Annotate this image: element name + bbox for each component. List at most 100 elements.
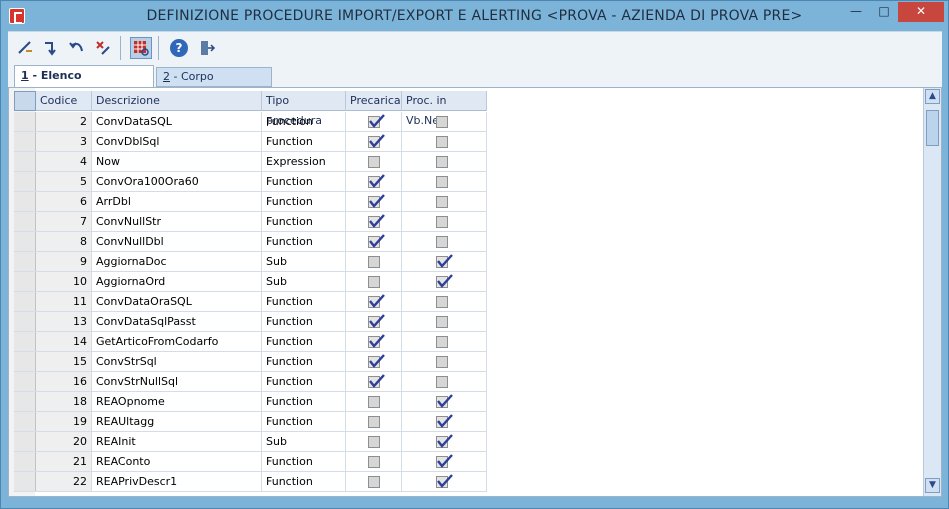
cell-codice[interactable]: 9 [36,252,92,271]
help-button[interactable]: ? [168,37,190,59]
row-selector[interactable] [14,292,36,311]
vbnet-checkbox[interactable] [436,394,453,408]
grid-view-button[interactable] [130,37,152,59]
row-selector[interactable] [14,472,36,491]
cell-tipo-procedura[interactable]: Function [262,292,346,311]
vbnet-checkbox[interactable] [436,434,453,448]
cell-descrizione[interactable]: REAInit [92,432,262,451]
save-record-button[interactable] [40,37,62,59]
cell-codice[interactable]: 11 [36,292,92,311]
row-selector[interactable] [14,252,36,271]
cell-descrizione[interactable]: REAPrivDescr1 [92,472,262,491]
precarica-checkbox[interactable] [368,476,380,488]
row-selector[interactable] [14,452,36,471]
cell-codice[interactable]: 5 [36,172,92,191]
table-row[interactable]: 10 AggiornaOrd Sub [14,272,487,292]
maximize-button[interactable]: □ [871,2,897,22]
vbnet-checkbox[interactable] [436,414,453,428]
row-selector[interactable] [14,412,36,431]
cell-codice[interactable]: 2 [36,112,92,131]
cell-descrizione[interactable]: REAConto [92,452,262,471]
cell-codice[interactable]: 15 [36,352,92,371]
new-record-button[interactable] [14,37,36,59]
cell-descrizione[interactable]: Now [92,152,262,171]
row-selector[interactable] [14,372,36,391]
precarica-checkbox[interactable] [368,374,385,388]
table-row[interactable]: 19 REAUltagg Function [14,412,487,432]
cell-tipo-procedura[interactable]: Function [262,392,346,411]
precarica-checkbox[interactable] [368,194,385,208]
cell-tipo-procedura[interactable]: Function [262,472,346,491]
cell-codice[interactable]: 3 [36,132,92,151]
table-row[interactable]: 15 ConvStrSql Function [14,352,487,372]
scroll-up-button[interactable]: ▲ [925,89,940,104]
table-row[interactable]: 7 ConvNullStr Function [14,212,487,232]
precarica-checkbox[interactable] [368,256,380,268]
precarica-checkbox[interactable] [368,114,385,128]
precarica-checkbox[interactable] [368,134,385,148]
row-selector[interactable] [14,212,36,231]
cell-descrizione[interactable]: ConvDataOraSQL [92,292,262,311]
header-tipo-procedura[interactable]: Tipo procedura [262,91,346,127]
cell-tipo-procedura[interactable]: Function [262,312,346,331]
vbnet-checkbox[interactable] [436,474,453,488]
cell-codice[interactable]: 20 [36,432,92,451]
precarica-checkbox[interactable] [368,294,385,308]
header-codice[interactable]: Codice [36,91,92,111]
vbnet-checkbox[interactable] [436,156,448,168]
scroll-down-button[interactable]: ▼ [925,478,940,493]
header-row-selector[interactable] [14,91,36,111]
row-selector[interactable] [14,432,36,451]
vertical-scrollbar[interactable]: ▲ ▼ [923,88,941,496]
row-selector[interactable] [14,112,36,131]
cell-tipo-procedura[interactable]: Function [262,372,346,391]
precarica-checkbox[interactable] [368,334,385,348]
cell-tipo-procedura[interactable]: Function [262,452,346,471]
row-selector[interactable] [14,312,36,331]
header-proc-vbnet[interactable]: Proc. in Vb.Net [402,91,487,127]
cell-descrizione[interactable]: REAUltagg [92,412,262,431]
cell-tipo-procedura[interactable]: Sub [262,432,346,451]
cell-descrizione[interactable]: ConvDblSql [92,132,262,151]
cell-descrizione[interactable]: AggiornaDoc [92,252,262,271]
cell-codice[interactable]: 13 [36,312,92,331]
row-selector[interactable] [14,192,36,211]
table-row[interactable]: 20 REAInit Sub [14,432,487,452]
cell-descrizione[interactable]: REAOpnome [92,392,262,411]
cell-descrizione[interactable]: ConvStrSql [92,352,262,371]
table-row[interactable]: 5 ConvOra100Ora60 Function [14,172,487,192]
table-row[interactable]: 11 ConvDataOraSQL Function [14,292,487,312]
cell-tipo-procedura[interactable]: Function [262,232,346,251]
precarica-checkbox[interactable] [368,456,380,468]
precarica-checkbox[interactable] [368,214,385,228]
precarica-checkbox[interactable] [368,276,380,288]
cell-codice[interactable]: 16 [36,372,92,391]
cell-codice[interactable]: 18 [36,392,92,411]
cell-descrizione[interactable]: ConvStrNullSql [92,372,262,391]
precarica-checkbox[interactable] [368,416,380,428]
cell-tipo-procedura[interactable]: Sub [262,252,346,271]
row-selector[interactable] [14,332,36,351]
cell-codice[interactable]: 21 [36,452,92,471]
vbnet-checkbox[interactable] [436,296,448,308]
table-row[interactable]: 18 REAOpnome Function [14,392,487,412]
precarica-checkbox[interactable] [368,156,380,168]
cell-tipo-procedura[interactable]: Function [262,332,346,351]
table-row[interactable]: 14 GetArticoFromCodarfo Function [14,332,487,352]
cell-tipo-procedura[interactable]: Function [262,212,346,231]
cell-codice[interactable]: 6 [36,192,92,211]
cell-codice[interactable]: 4 [36,152,92,171]
cell-tipo-procedura[interactable]: Function [262,412,346,431]
row-selector[interactable] [14,172,36,191]
precarica-checkbox[interactable] [368,234,385,248]
cell-codice[interactable]: 8 [36,232,92,251]
row-selector[interactable] [14,132,36,151]
table-row[interactable]: 8 ConvNullDbl Function [14,232,487,252]
cell-descrizione[interactable]: ArrDbl [92,192,262,211]
cell-tipo-procedura[interactable]: Expression [262,152,346,171]
cell-descrizione[interactable]: AggiornaOrd [92,272,262,291]
exit-button[interactable] [196,37,218,59]
row-selector[interactable] [14,152,36,171]
vbnet-checkbox[interactable] [436,316,448,328]
cell-descrizione[interactable]: ConvNullStr [92,212,262,231]
